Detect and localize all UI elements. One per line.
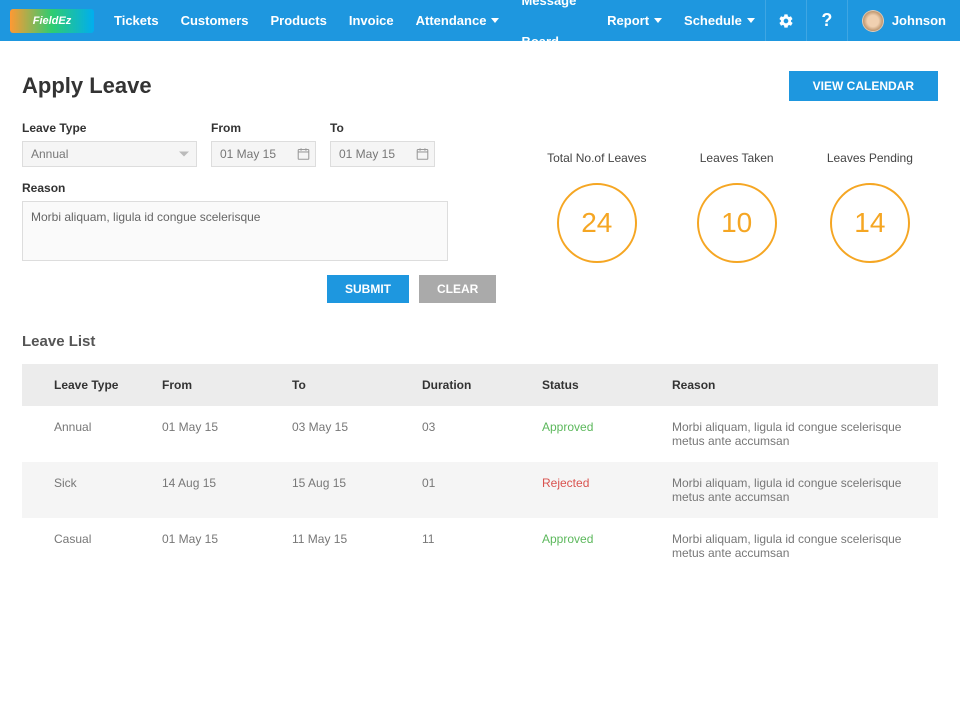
table-header: Reason xyxy=(662,364,938,406)
leave-type-select[interactable] xyxy=(22,141,197,167)
chevron-down-icon xyxy=(654,18,662,23)
user-name: Johnson xyxy=(892,13,946,28)
cell-from: 14 Aug 15 xyxy=(152,462,282,518)
status-badge: Approved xyxy=(542,532,593,546)
main-content: Apply Leave VIEW CALENDAR Leave Type Fro… xyxy=(0,41,960,594)
stat-item: Leaves Taken 10 xyxy=(697,151,777,303)
avatar xyxy=(862,10,884,32)
leave-type-group: Leave Type xyxy=(22,121,197,167)
view-calendar-button[interactable]: VIEW CALENDAR xyxy=(789,71,938,101)
nav-item-invoice[interactable]: Invoice xyxy=(339,0,404,41)
logo[interactable]: FieldEz xyxy=(10,9,94,33)
cell-status: Rejected xyxy=(532,462,662,518)
leave-type-label: Leave Type xyxy=(22,121,197,135)
status-badge: Approved xyxy=(542,420,593,434)
cell-type: Annual xyxy=(22,406,152,462)
top-nav: FieldEz TicketsCustomersProductsInvoiceA… xyxy=(0,0,960,41)
leave-list-table: Leave TypeFromToDurationStatusReason Ann… xyxy=(22,364,938,574)
title-row: Apply Leave VIEW CALENDAR xyxy=(22,71,938,101)
stat-label: Leaves Pending xyxy=(827,151,913,165)
help-icon: ? xyxy=(821,10,832,31)
calendar-icon xyxy=(416,148,429,161)
cell-reason: Morbi aliquam, ligula id congue sceleris… xyxy=(662,406,938,462)
profile-menu[interactable]: Johnson xyxy=(847,0,960,41)
cell-reason: Morbi aliquam, ligula id congue sceleris… xyxy=(662,518,938,574)
leave-list-title: Leave List xyxy=(22,333,938,350)
help-button[interactable]: ? xyxy=(806,0,847,41)
cell-duration: 03 xyxy=(412,406,532,462)
cell-status: Approved xyxy=(532,406,662,462)
stat-value: 10 xyxy=(721,207,752,239)
cell-duration: 01 xyxy=(412,462,532,518)
submit-button[interactable]: SUBMIT xyxy=(327,275,409,303)
cell-to: 11 May 15 xyxy=(282,518,412,574)
cell-to: 15 Aug 15 xyxy=(282,462,412,518)
table-header-row: Leave TypeFromToDurationStatusReason xyxy=(22,364,938,406)
from-date-label: From xyxy=(211,121,316,135)
to-date-group: To xyxy=(330,121,435,167)
to-date-label: To xyxy=(330,121,435,135)
form-buttons: SUBMIT CLEAR xyxy=(327,275,522,303)
cell-reason: Morbi aliquam, ligula id congue sceleris… xyxy=(662,462,938,518)
stat-label: Leaves Taken xyxy=(697,151,777,165)
cell-type: Sick xyxy=(22,462,152,518)
stat-circle: 10 xyxy=(697,183,777,263)
reason-label: Reason xyxy=(22,181,448,195)
clear-button[interactable]: CLEAR xyxy=(419,275,496,303)
table-row: Sick14 Aug 1515 Aug 1501 Rejected Morbi al… xyxy=(22,462,938,518)
apply-leave-form: Leave Type From To xyxy=(22,121,522,303)
cell-from: 01 May 15 xyxy=(152,406,282,462)
nav-item-tickets[interactable]: Tickets xyxy=(104,0,169,41)
cell-to: 03 May 15 xyxy=(282,406,412,462)
stat-circle: 14 xyxy=(830,183,910,263)
cell-duration: 11 xyxy=(412,518,532,574)
table-header: Status xyxy=(532,364,662,406)
calendar-icon xyxy=(297,148,310,161)
stat-item: Total No.of Leaves 24 xyxy=(547,151,646,303)
cell-from: 01 May 15 xyxy=(152,518,282,574)
reason-textarea[interactable] xyxy=(22,201,448,261)
table-row: Annual01 May 1503 May 1503 Approved Morbi … xyxy=(22,406,938,462)
stat-circle: 24 xyxy=(557,183,637,263)
nav-item-products[interactable]: Products xyxy=(261,0,337,41)
stat-value: 24 xyxy=(581,207,612,239)
chevron-down-icon xyxy=(491,18,499,23)
table-header: Leave Type xyxy=(22,364,152,406)
cell-type: Casual xyxy=(22,518,152,574)
nav-item-customers[interactable]: Customers xyxy=(171,0,259,41)
settings-button[interactable] xyxy=(765,0,806,41)
page-title: Apply Leave xyxy=(22,73,152,99)
reason-group: Reason xyxy=(22,181,448,261)
header-right: ? Johnson xyxy=(765,0,960,41)
nav-item-attendance[interactable]: Attendance xyxy=(406,0,510,41)
table-header: From xyxy=(152,364,282,406)
table-row: Casual01 May 1511 May 1511 Approved Morbi … xyxy=(22,518,938,574)
gear-icon xyxy=(778,13,794,29)
table-header: To xyxy=(282,364,412,406)
chevron-down-icon xyxy=(747,18,755,23)
table-header: Duration xyxy=(412,364,532,406)
nav-menu: TicketsCustomersProductsInvoiceAttendanc… xyxy=(104,0,765,41)
from-date-group: From xyxy=(211,121,316,167)
stat-label: Total No.of Leaves xyxy=(547,151,646,165)
stat-item: Leaves Pending 14 xyxy=(827,151,913,303)
nav-item-message-board[interactable]: Message Board xyxy=(511,0,595,41)
chevron-down-icon xyxy=(179,152,189,157)
leave-stats: Total No.of Leaves24Leaves Taken10Leaves… xyxy=(522,121,938,303)
cell-status: Approved xyxy=(532,518,662,574)
nav-item-schedule[interactable]: Schedule xyxy=(674,0,765,41)
stat-value: 14 xyxy=(854,207,885,239)
form-stats-row: Leave Type From To xyxy=(22,121,938,303)
status-badge: Rejected xyxy=(542,476,589,490)
nav-item-report[interactable]: Report xyxy=(597,0,672,41)
